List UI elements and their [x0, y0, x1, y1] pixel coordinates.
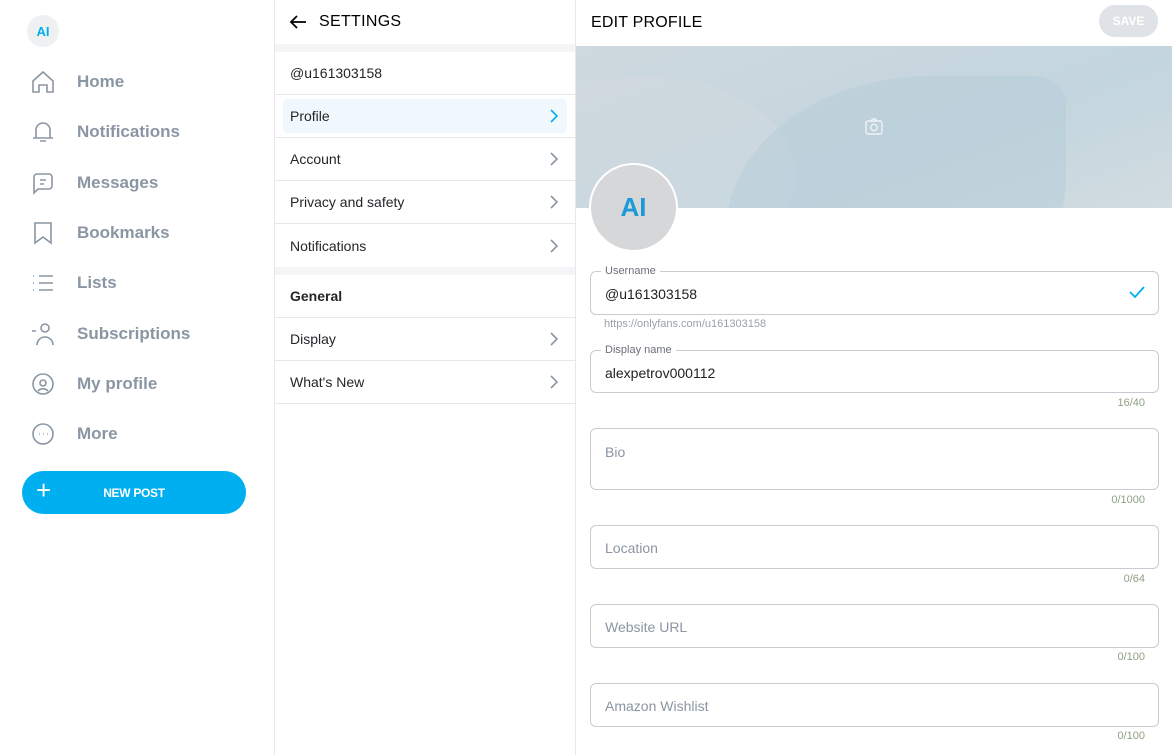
settings-item-privacy[interactable]: Privacy and safety [275, 181, 575, 224]
sidebar: AI Home Notifications Messages Bookmarks… [0, 0, 275, 755]
nav-lists[interactable]: Lists [30, 268, 117, 298]
bookmark-icon [34, 222, 52, 245]
settings-item-account[interactable]: Account [275, 138, 575, 181]
item-label: Profile [290, 108, 330, 124]
account-handle: @u161303158 [290, 65, 383, 81]
bio-counter: 0/1000 [1111, 494, 1145, 506]
settings-item-notifications[interactable]: Notifications [275, 224, 575, 267]
bio-field[interactable]: Bio [590, 428, 1159, 490]
item-label: What's New [290, 374, 365, 390]
bell-icon [33, 122, 53, 142]
display-name-field[interactable]: Display name alexpetrov000112 [590, 344, 1159, 393]
chevron-right-icon [550, 109, 559, 123]
nav-home[interactable]: Home [30, 67, 124, 97]
settings-panel: SETTINGS @u161303158 Profile Account Pri… [275, 0, 576, 755]
nav-bookmarks[interactable]: Bookmarks [30, 218, 170, 248]
nav-label: More [77, 424, 118, 443]
settings-item-whats-new[interactable]: What's New [275, 361, 575, 404]
location-placeholder: Location [605, 540, 658, 556]
chevron-right-icon [550, 238, 559, 253]
nav-label: Notifications [77, 122, 180, 141]
edit-profile-panel: EDIT PROFILE SAVE AI Username @u16130315… [576, 0, 1172, 755]
nav-label: Subscriptions [77, 324, 191, 343]
nav-more[interactable]: More [30, 419, 118, 449]
camera-icon[interactable] [865, 118, 883, 135]
section-label: General [290, 288, 343, 304]
avatar-initials: AI [620, 192, 647, 222]
save-button[interactable]: SAVE [1099, 5, 1158, 37]
plus-icon: + [36, 475, 52, 505]
chevron-right-icon [550, 375, 559, 389]
settings-title: SETTINGS [319, 13, 402, 30]
settings-header: SETTINGS [275, 0, 575, 44]
avatar[interactable]: AI [589, 163, 678, 252]
display-name-value: alexpetrov000112 [605, 365, 716, 381]
location-counter: 0/64 [1123, 573, 1145, 585]
nav-subscriptions[interactable]: Subscriptions [30, 319, 190, 349]
settings-item-display[interactable]: Display [275, 318, 575, 361]
list-icon [33, 275, 53, 291]
amazon-wishlist-field[interactable]: Amazon Wishlist [590, 683, 1159, 727]
check-icon [1129, 286, 1145, 299]
nav-label: Bookmarks [77, 223, 170, 242]
subscriptions-icon [32, 323, 54, 346]
new-post-button[interactable]: + NEW POST [22, 471, 246, 514]
nav-my-profile[interactable]: My profile [30, 369, 157, 399]
website-placeholder: Website URL [605, 619, 688, 635]
settings-item-profile[interactable]: Profile [275, 95, 575, 138]
profile-icon [32, 373, 54, 395]
username-label: Username [601, 265, 660, 277]
new-post-label: NEW POST [103, 485, 165, 500]
settings-section-general: General [275, 275, 575, 318]
nav-label: Messages [77, 173, 159, 192]
display-name-counter: 16/40 [1117, 397, 1145, 409]
edit-profile-title: EDIT PROFILE [591, 14, 703, 31]
nav-label: Home [77, 72, 125, 91]
divider [275, 267, 575, 275]
wishlist-placeholder: Amazon Wishlist [605, 698, 709, 714]
website-counter: 0/100 [1117, 651, 1145, 663]
bio-placeholder: Bio [605, 444, 626, 460]
item-label: Display [290, 331, 336, 347]
chevron-right-icon [550, 152, 559, 166]
website-url-field[interactable]: Website URL [590, 604, 1159, 648]
username-value: @u161303158 [605, 286, 698, 302]
location-field[interactable]: Location [590, 525, 1159, 569]
nav-messages[interactable]: Messages [30, 168, 158, 198]
home-icon [32, 70, 54, 93]
logo[interactable]: AI [27, 15, 59, 47]
chevron-right-icon [550, 195, 559, 209]
display-name-label: Display name [601, 344, 676, 356]
chevron-right-icon [550, 332, 559, 346]
settings-account-handle: @u161303158 [275, 52, 575, 95]
wishlist-counter: 0/100 [1117, 730, 1145, 742]
message-icon [33, 173, 53, 195]
item-label: Notifications [290, 237, 367, 254]
nav-label: My profile [77, 374, 158, 393]
more-icon [32, 423, 54, 445]
nav-label: Lists [77, 273, 117, 292]
divider [275, 44, 575, 52]
back-arrow-icon[interactable] [289, 14, 307, 30]
nav-notifications[interactable]: Notifications [30, 117, 180, 147]
profile-url: https://onlyfans.com/u161303158 [604, 318, 767, 330]
item-label: Account [290, 151, 341, 167]
username-field[interactable]: Username @u161303158 [590, 265, 1159, 315]
item-label: Privacy and safety [290, 194, 405, 210]
